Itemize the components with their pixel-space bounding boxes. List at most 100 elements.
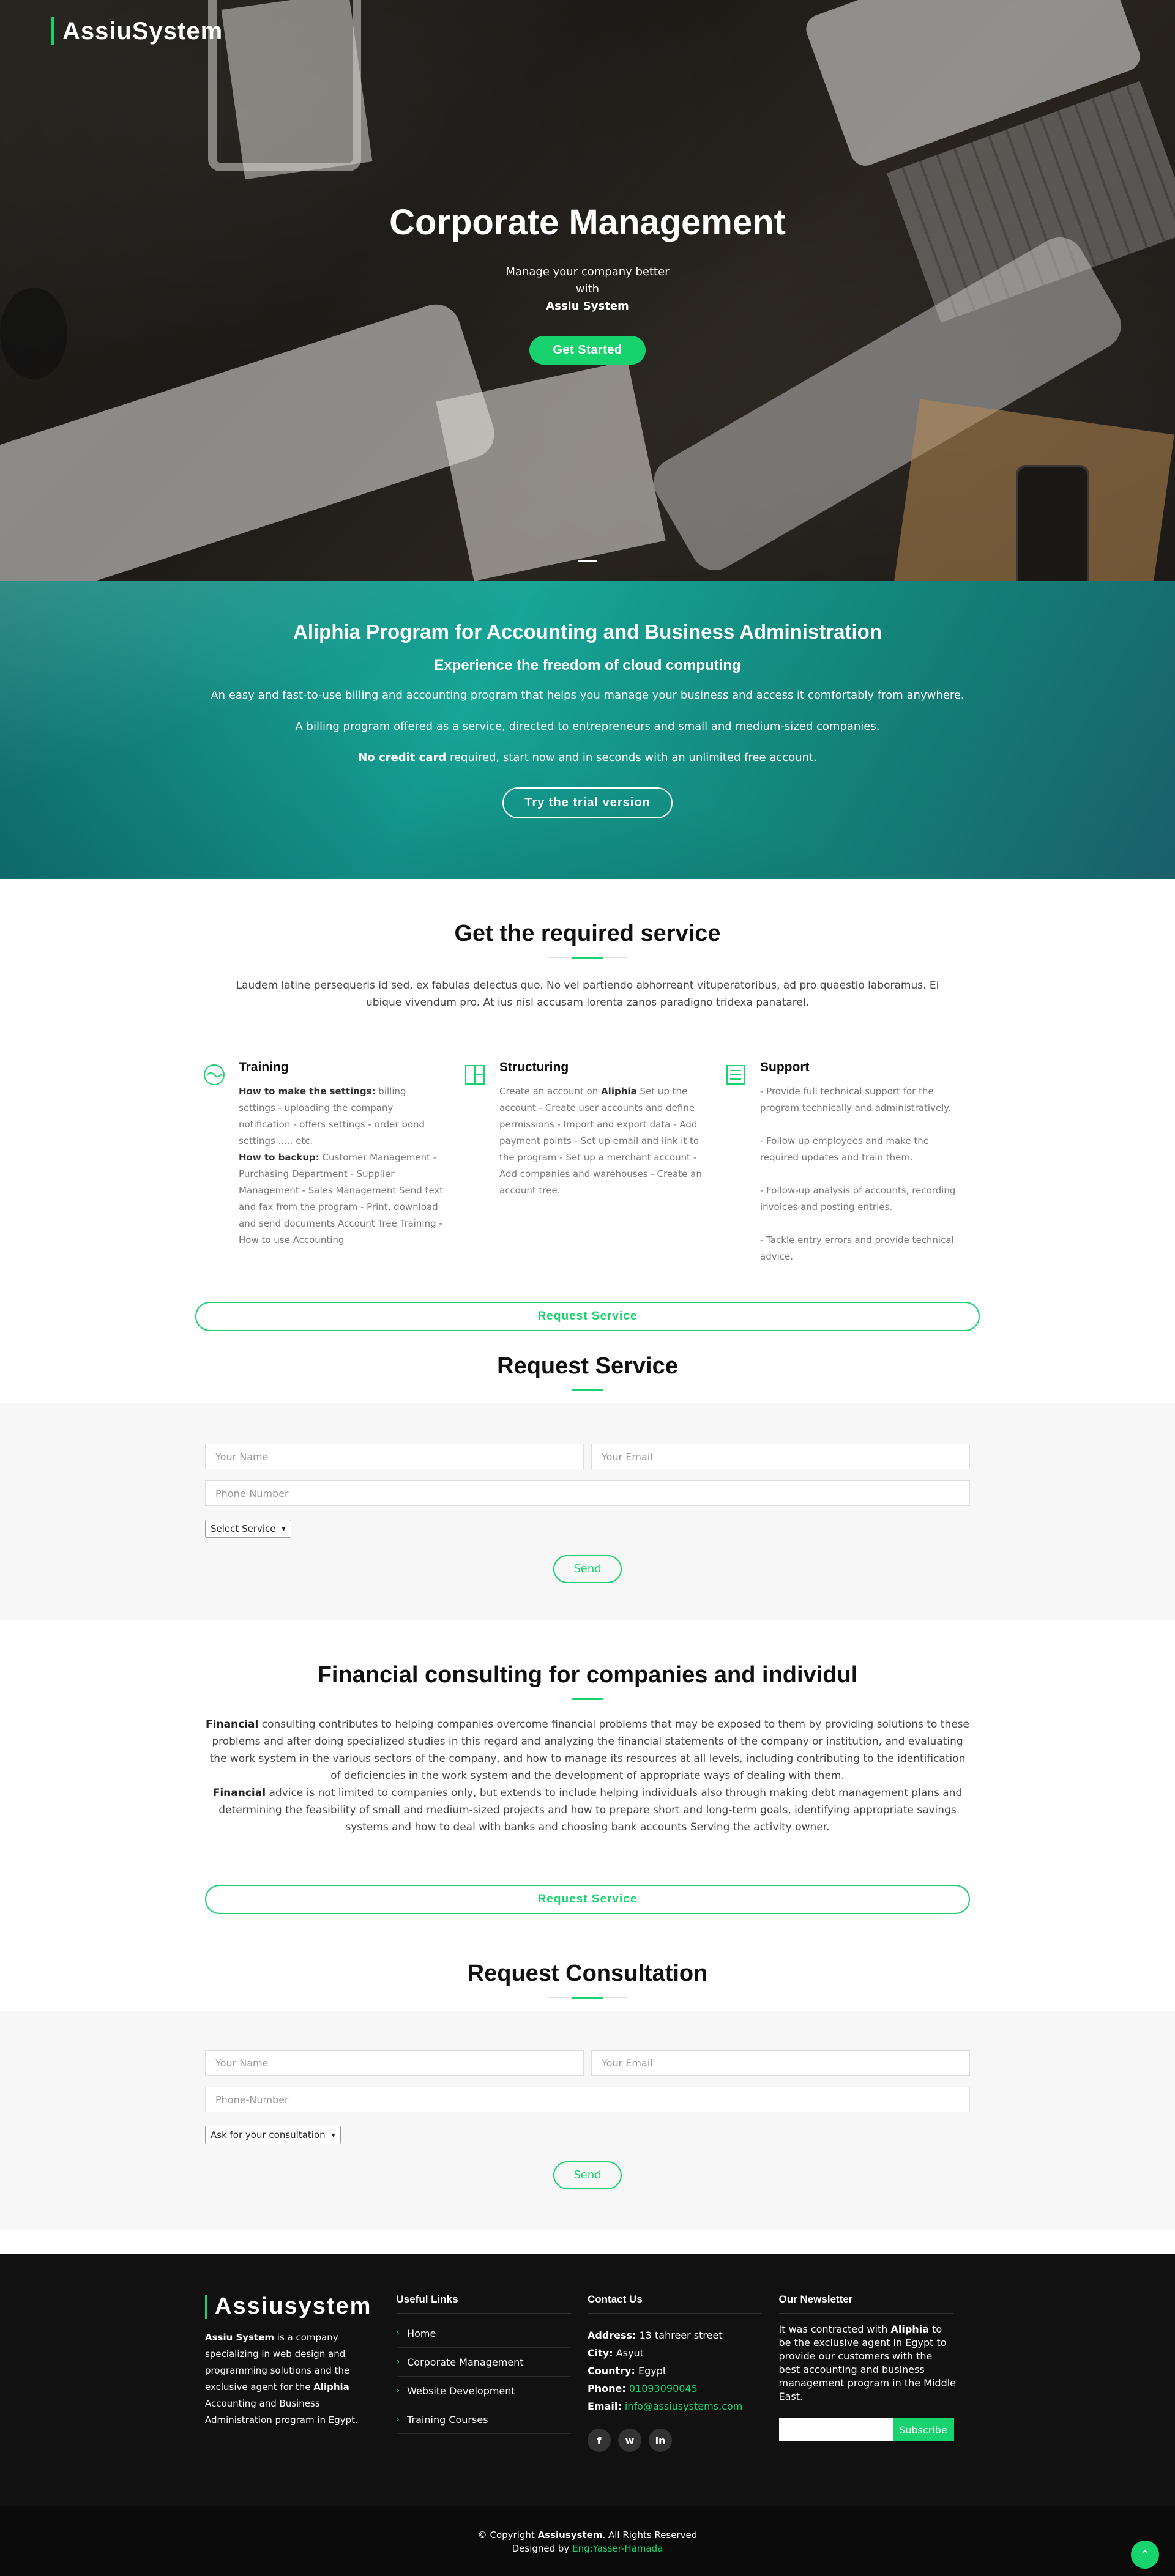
hero-line-3: Assiu System xyxy=(546,300,629,313)
service-title: Support xyxy=(760,1060,810,1074)
banner-paragraph-3-rest: required, start now and in seconds with … xyxy=(446,751,817,764)
newsletter-title: Our Newsletter xyxy=(778,2293,953,2314)
linkedin-icon[interactable]: in xyxy=(649,2429,672,2452)
service-text-part: Customer Management - Purchasing Departm… xyxy=(239,1152,444,1245)
services-heading: Get the required service xyxy=(0,921,1175,959)
service-title: Training xyxy=(239,1060,289,1074)
title-underline xyxy=(548,1698,627,1700)
newsletter-email-input[interactable] xyxy=(778,2418,893,2441)
social-links: f w in xyxy=(588,2429,779,2452)
logo-bar xyxy=(205,2294,207,2319)
phone-image xyxy=(1016,465,1089,581)
email-input[interactable]: Your Email xyxy=(591,1444,970,1469)
request-service-title: Request Service xyxy=(497,1353,678,1379)
services-title: Get the required service xyxy=(454,921,721,946)
contact-label: Phone: xyxy=(588,2383,626,2394)
send-button[interactable]: Send xyxy=(553,2161,622,2189)
email-input[interactable]: Your Email xyxy=(591,2050,970,2076)
support-line: - Tackle entry errors and provide techni… xyxy=(760,1234,954,1262)
service-text: How to make the settings: billing settin… xyxy=(239,1083,444,1249)
send-button[interactable]: Send xyxy=(553,1555,622,1583)
financial-title: Financial consulting for companies and i… xyxy=(317,1662,858,1688)
contact-label: Address: xyxy=(588,2329,636,2341)
designer-link[interactable]: Eng:Yasser-Hamada xyxy=(572,2543,663,2554)
consultation-select-value: Ask for your consultation xyxy=(211,2129,326,2140)
footer-about-text: Assiu System is a company specializing i… xyxy=(205,2329,370,2429)
get-started-button[interactable]: Get Started xyxy=(529,336,646,365)
consultation-heading: Request Consultation xyxy=(0,1961,1175,1999)
paper-image xyxy=(221,0,373,180)
banner-paragraph-2: A billing program offered as a service, … xyxy=(295,720,880,733)
footer-link-label: Home xyxy=(407,2327,436,2339)
chevron-down-icon: ▾ xyxy=(282,1524,286,1533)
footer-logo[interactable]: Assiusystem xyxy=(205,2293,397,2320)
support-line: - Follow-up analysis of accounts, record… xyxy=(760,1185,956,1212)
carousel-indicator[interactable] xyxy=(578,560,597,562)
facebook-icon[interactable]: f xyxy=(588,2429,611,2452)
phone-input[interactable]: Phone-Number xyxy=(205,2087,970,2112)
contact-label: Country: xyxy=(588,2365,635,2377)
footer-link-corporate[interactable]: › Corporate Management xyxy=(396,2348,571,2377)
contact-value: 13 tahreer street xyxy=(636,2329,723,2341)
footer-link-label: Corporate Management xyxy=(407,2356,524,2368)
consultation-form: Your Name Your Email Phone-Number Ask fo… xyxy=(0,2011,1175,2230)
copyright-part: . All Rights Reserved xyxy=(602,2530,698,2541)
footer-link-website[interactable]: › Website Development xyxy=(396,2377,571,2405)
service-text: Create an account on Aliphia Set up the … xyxy=(499,1083,705,1199)
banner-paragraph-1: An easy and fast-to-use billing and acco… xyxy=(211,689,964,702)
newsletter-text: It was contracted with Aliphia to be the… xyxy=(779,2323,957,2403)
subscribe-button[interactable]: Subscribe xyxy=(892,2418,954,2441)
trial-version-button[interactable]: Try the trial version xyxy=(502,787,673,818)
financial-bold: Financial xyxy=(212,1787,266,1799)
request-service-button[interactable]: Request Service xyxy=(195,1302,980,1331)
service-training: Training How to make the settings: billi… xyxy=(196,1060,457,1265)
designed-by: Designed by Eng:Yasser-Hamada xyxy=(0,2542,1175,2555)
contact-email: Email: info@assiusystems.com xyxy=(588,2397,779,2415)
footer-contact-title: Contact Us xyxy=(588,2293,762,2314)
aliphia-banner: Aliphia Program for Accounting and Busin… xyxy=(0,581,1175,879)
whatsapp-icon[interactable]: w xyxy=(618,2429,641,2452)
title-underline xyxy=(548,1389,627,1391)
financial-paragraph-1: Financial consulting contributes to help… xyxy=(205,1716,970,1784)
consultation-select[interactable]: Ask for your consultation ▾ xyxy=(205,2126,341,2144)
services-grid: Training How to make the settings: billi… xyxy=(196,1060,979,1265)
layout-icon xyxy=(457,1060,499,1265)
contact-address: Address: 13 tahreer street xyxy=(588,2326,779,2344)
site-logo[interactable]: AssiuSystem xyxy=(51,17,223,45)
financial-text: consulting contributes to helping compan… xyxy=(209,1718,969,1782)
banner-title: Aliphia Program for Accounting and Busin… xyxy=(293,620,882,643)
contact-city: City: Asyut xyxy=(588,2344,779,2362)
back-to-top-button[interactable]: ⌃ xyxy=(1131,2541,1159,2569)
chevron-down-icon: ▾ xyxy=(331,2131,335,2139)
copyright-brand: Assiusystem xyxy=(537,2530,603,2541)
footer-links: Useful Links › Home › Corporate Management… xyxy=(396,2293,588,2452)
newsletter-text-part: It was contracted with xyxy=(778,2323,891,2335)
footer-link-home[interactable]: › Home xyxy=(396,2319,571,2348)
email-link[interactable]: info@assiusystems.com xyxy=(622,2400,743,2412)
newsletter-text-part: to be the exclusive agent in Egypt to pr… xyxy=(778,2323,957,2402)
name-input[interactable]: Your Name xyxy=(205,1444,584,1469)
hero-line-2: with xyxy=(575,283,600,295)
hero-section: AssiuSystem Corporate Management Manage … xyxy=(0,0,1175,581)
chevron-right-icon: › xyxy=(396,2415,400,2424)
services-section: Get the required service Laudem latine p… xyxy=(0,879,1175,1391)
service-select[interactable]: Select Service ▾ xyxy=(205,1520,291,1538)
request-service-button[interactable]: Request Service xyxy=(205,1885,970,1914)
footer-newsletter: Our Newsletter It was contracted with Al… xyxy=(778,2293,971,2452)
footer-contact: Contact Us Address: 13 tahreer street Ci… xyxy=(588,2293,779,2452)
name-input[interactable]: Your Name xyxy=(205,2050,584,2076)
logo-text: AssiuSystem xyxy=(62,17,223,45)
contact-value: Asyut xyxy=(613,2347,644,2359)
service-text-part: Create an account on xyxy=(499,1086,602,1097)
footer-link-training[interactable]: › Training Courses xyxy=(396,2405,571,2434)
service-bold: How to backup: xyxy=(239,1152,319,1163)
financial-bold: Financial xyxy=(206,1718,259,1731)
phone-input[interactable]: Phone-Number xyxy=(205,1480,970,1506)
phone-link[interactable]: 01093090045 xyxy=(626,2383,698,2394)
footer-link-label: Website Development xyxy=(407,2385,515,2397)
logo-bar xyxy=(51,17,54,45)
contact-phone: Phone: 01093090045 xyxy=(588,2380,779,2397)
service-select-value: Select Service xyxy=(211,1523,276,1534)
about-text: Accounting and Business Administration p… xyxy=(205,2398,358,2426)
title-underline xyxy=(548,957,627,959)
